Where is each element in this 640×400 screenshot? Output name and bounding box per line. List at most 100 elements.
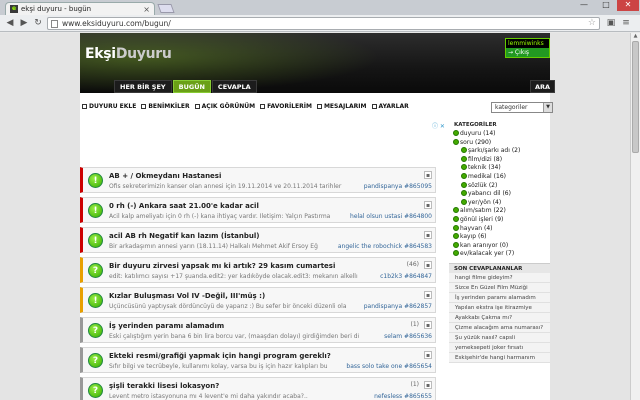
recent-item[interactable]: hangi filme gideyim? [449, 272, 550, 283]
browser-tab[interactable]: e ekşi duyuru - bugün × [5, 2, 155, 15]
category-count: (6) [502, 190, 511, 198]
recent-item[interactable]: Yapılan ekstra işe itirazmiye [449, 302, 550, 313]
recent-item[interactable]: Ayakkabı Çakma mı? [449, 312, 550, 323]
feed-item-title[interactable]: İş yerinden paramı alamadım [109, 322, 224, 330]
feed-item-title[interactable]: şişli terakki lisesi lokasyon? [109, 382, 219, 390]
category-name: gönül işleri [460, 215, 493, 223]
list-icon [141, 104, 147, 109]
category-item[interactable]: sözlük (2) [449, 181, 550, 191]
menu-mesajlarim[interactable]: MESAJLARIM [316, 103, 367, 110]
category-item[interactable]: film/dizi (8) [449, 155, 550, 165]
extension-icon[interactable]: ▣ [605, 18, 617, 29]
feed-item[interactable]: ? Bir duyuru zirvesi yapsak mı ki artık? … [80, 257, 436, 283]
feed-item-author[interactable]: helal olsun ustasi #864800 [350, 213, 432, 220]
feed-item[interactable]: ! acil AB rh Negatif kan lazım (İstanbul)… [80, 227, 436, 253]
nav-bugun[interactable]: BUGÜN [172, 80, 211, 93]
recent-item[interactable]: İş yerinden paramı alamadım [449, 292, 550, 303]
category-item[interactable]: gönül işleri (9) [449, 215, 550, 225]
recent-item[interactable]: Çizme alacağım ama numarası? [449, 322, 550, 333]
category-item[interactable]: kan aranıyor (0) [449, 241, 550, 251]
feed-item[interactable]: ? Ekteki resmi/grafiği yapmak için hangi … [80, 347, 436, 373]
site-favicon-icon: e [10, 5, 18, 13]
feed-item-author[interactable]: pandispanya #862857 [364, 303, 432, 310]
category-select[interactable]: kategoriler ▼ [491, 102, 553, 113]
feed-item-snippet: Acil kalp ameliyatı için 0 rh (-) kana i… [109, 213, 331, 220]
feed-item-title[interactable]: acil AB rh Negatif kan lazım (İstanbul) [109, 232, 259, 240]
category-item[interactable]: hayvan (4) [449, 224, 550, 234]
ad-choices-icon[interactable]: ⓘ ✕ [432, 121, 445, 130]
maximize-button[interactable]: □ [595, 0, 617, 11]
category-item[interactable]: yer/yön (4) [449, 198, 550, 208]
recent-item[interactable]: Eskişehir'de hangi harmanım [449, 352, 550, 363]
bookmark-star-icon[interactable]: ☆ [588, 18, 596, 29]
scroll-up-icon[interactable]: ▲ [631, 33, 640, 39]
feed-item-title[interactable]: Ekteki resmi/grafiği yapmak için hangi p… [109, 352, 331, 360]
feed-item-title[interactable]: 0 rh (-) Ankara saat 21.00'e kadar acil [109, 202, 259, 210]
menu-icon[interactable]: ≡ [620, 18, 632, 29]
expand-icon[interactable]: ▪ [424, 201, 432, 209]
feed-item-title[interactable]: Kızlar Buluşması Vol IV -Değil, III'müş … [109, 292, 265, 300]
category-item[interactable]: alım/satım (22) [449, 207, 550, 216]
category-item[interactable]: medikal (16) [449, 172, 550, 182]
menu-duyuru-ekle[interactable]: DUYURU EKLE [82, 103, 136, 110]
feed-item[interactable]: ! AB + / Okmeydanı Hastanesi Ofis sekreter… [80, 167, 436, 193]
feed-item[interactable]: ? şişli terakki lisesi lokasyon? Levent me… [80, 377, 436, 400]
site-logo[interactable]: EkşiDuyuru [85, 46, 172, 62]
menu-ayarlar[interactable]: AYARLAR [371, 103, 409, 110]
feed-item-title[interactable]: Bir duyuru zirvesi yapsak mı ki artık? 2… [109, 262, 335, 270]
feed-item[interactable]: ! Kızlar Buluşması Vol IV -Değil, III'müş… [80, 287, 436, 313]
category-name: yabancı dil [468, 190, 501, 198]
category-item[interactable]: kayıp (6) [449, 233, 550, 242]
feed-item-author[interactable]: nefesless #865655 [374, 393, 432, 400]
feed-item-author[interactable]: pandispanya #865095 [364, 183, 432, 190]
feed-item[interactable]: ? İş yerinden paramı alamadım Eski çalıştı… [80, 317, 436, 343]
nav-cevapla[interactable]: CEVAPLA [211, 80, 257, 93]
page-scrollbar[interactable]: ▲ [630, 33, 640, 400]
feed-item-author[interactable]: selam #865636 [384, 333, 432, 340]
main-nav: HER BİR ŞEY BUGÜN CEVAPLA [114, 80, 257, 93]
close-window-button[interactable]: ✕ [617, 0, 639, 11]
reload-icon[interactable]: ↻ [32, 18, 44, 29]
expand-icon[interactable]: ▪ [424, 291, 432, 299]
expand-icon[interactable]: ▪ [424, 351, 432, 359]
feed-item-author[interactable]: angelic the robochick #864583 [338, 243, 432, 250]
category-count: (14) [483, 130, 496, 137]
search-button[interactable]: ARA [530, 80, 556, 93]
recent-item[interactable]: Sizce En Güzel Film Müziği [449, 282, 550, 293]
feed-item-author[interactable]: bass solo take one #865654 [346, 363, 432, 370]
back-arrow-icon[interactable]: ◀ [4, 18, 16, 29]
menu-label: BENİMKİLER [148, 103, 190, 110]
logout-link[interactable]: → Çıkış [506, 48, 549, 57]
alert-icon: ! [88, 203, 103, 218]
category-count: (6) [478, 233, 487, 241]
menu-favorilerim[interactable]: FAVORİLERİM [260, 103, 312, 110]
category-icon [453, 207, 459, 214]
minimize-button[interactable]: — [573, 0, 595, 11]
nav-her-bir-sey[interactable]: HER BİR ŞEY [114, 80, 172, 93]
category-item[interactable]: teknik (34) [449, 164, 550, 173]
category-item[interactable]: yabancı dil (6) [449, 190, 550, 199]
recent-item[interactable]: yemeksepeti joker fırsatı [449, 342, 550, 353]
category-item[interactable]: ev/kalacak yer (7) [449, 250, 550, 259]
feed-item-author[interactable]: c1b2k3 #864847 [380, 273, 432, 280]
feed-item-title[interactable]: AB + / Okmeydanı Hastanesi [109, 172, 221, 180]
logo-bold: Ekşi [85, 46, 116, 62]
category-item[interactable]: soru (290) [449, 138, 550, 148]
expand-icon[interactable]: ▪ [424, 231, 432, 239]
feed-item[interactable]: ! 0 rh (-) Ankara saat 21.00'e kadar acil… [80, 197, 436, 223]
category-item[interactable]: duyuru (14) [449, 130, 550, 139]
forward-arrow-icon[interactable]: ▶ [18, 18, 30, 29]
menu-acik-gorunum[interactable]: AÇIK GÖRÜNÜM [194, 103, 255, 110]
username-link[interactable]: lemmiwinks [506, 39, 549, 48]
expand-icon[interactable]: ▪ [424, 381, 432, 389]
expand-icon[interactable]: ▪ [424, 261, 432, 269]
menu-benimkiler[interactable]: BENİMKİLER [141, 103, 190, 110]
expand-icon[interactable]: ▪ [424, 171, 432, 179]
new-tab-button[interactable] [157, 4, 175, 13]
recent-item[interactable]: Şu yüzük nasıl? capsli [449, 332, 550, 343]
scrollbar-thumb[interactable] [632, 41, 639, 153]
tab-close-icon[interactable]: × [143, 5, 150, 14]
address-bar[interactable]: www.eksiduyuru.com/bugun/ ☆ [47, 17, 600, 30]
category-item[interactable]: şarkı/şarkı adı (2) [449, 147, 550, 156]
expand-icon[interactable]: ▪ [424, 321, 432, 329]
